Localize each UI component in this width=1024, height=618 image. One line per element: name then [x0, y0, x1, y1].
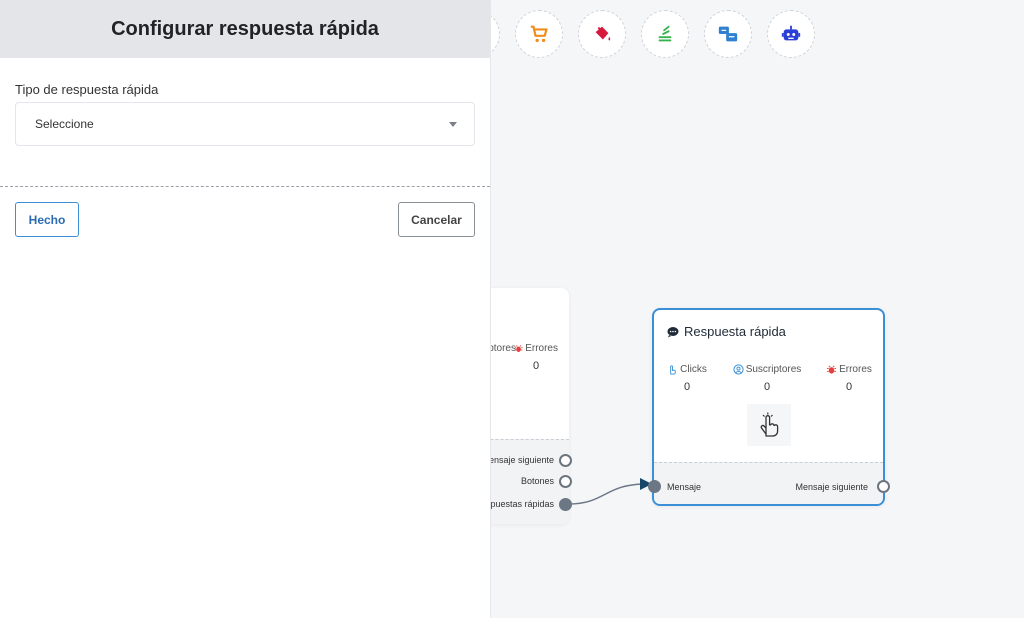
port-next-message[interactable] — [877, 480, 890, 493]
pointer-hand-icon — [670, 365, 676, 375]
stat-label: Clicks — [680, 364, 707, 375]
stat-label: Errores — [839, 364, 872, 375]
field-label: Tipo de respuesta rápida — [15, 82, 159, 97]
stat-label: Suscriptores — [745, 364, 802, 375]
divider — [0, 186, 490, 187]
config-panel: Configurar respuesta rápida Tipo de resp… — [0, 0, 490, 618]
chevron-down-icon — [449, 122, 457, 127]
port-label-buttons: Botones — [520, 476, 554, 486]
panel-header: Configurar respuesta rápida — [0, 0, 490, 58]
clicks-stat: Clicks 0 — [660, 364, 714, 393]
node-title: Respuesta rápida — [684, 324, 786, 339]
select-value: Seleccione — [35, 117, 94, 131]
port-label-next: Mensaje siguiente — [795, 482, 868, 492]
hand-click-icon — [760, 412, 779, 437]
bug-icon — [827, 365, 837, 374]
port-input-message[interactable] — [648, 480, 661, 493]
stat-label: ptores — [488, 343, 516, 354]
stat-label: Errores — [525, 343, 558, 354]
stat-value: 0 — [683, 381, 691, 393]
port-label-next: ensaje siguiente — [488, 455, 554, 465]
quick-reply-type-select[interactable]: Seleccione — [15, 102, 475, 146]
port-next-message[interactable] — [559, 454, 572, 467]
port-label-quick-replies: spuestas rápidas — [485, 499, 554, 509]
errors-stat: Errores 0 — [822, 364, 876, 393]
click-hand-area — [747, 404, 791, 446]
bug-icon — [514, 345, 523, 352]
stat-value: 0 — [532, 360, 540, 372]
left-errors-stat: Errores 0 — [514, 343, 558, 372]
port-quick-replies[interactable] — [559, 498, 572, 511]
subscribers-stat: Suscriptores 0 — [728, 364, 806, 393]
chat-bubble-icon — [667, 326, 679, 337]
port-label-input: Mensaje — [667, 482, 702, 492]
user-circle-icon — [733, 364, 744, 375]
panel-title: Configurar respuesta rápida — [111, 17, 379, 40]
stat-value: 0 — [763, 381, 771, 393]
stat-value: 0 — [845, 381, 853, 393]
node-title-row: Respuesta rápida — [667, 324, 786, 339]
cancel-button[interactable]: Cancelar — [398, 202, 475, 237]
quick-reply-node[interactable]: Respuesta rápida Clicks 0 Suscriptores 0… — [648, 308, 890, 506]
port-buttons[interactable] — [559, 475, 572, 488]
done-button[interactable]: Hecho — [15, 202, 79, 237]
